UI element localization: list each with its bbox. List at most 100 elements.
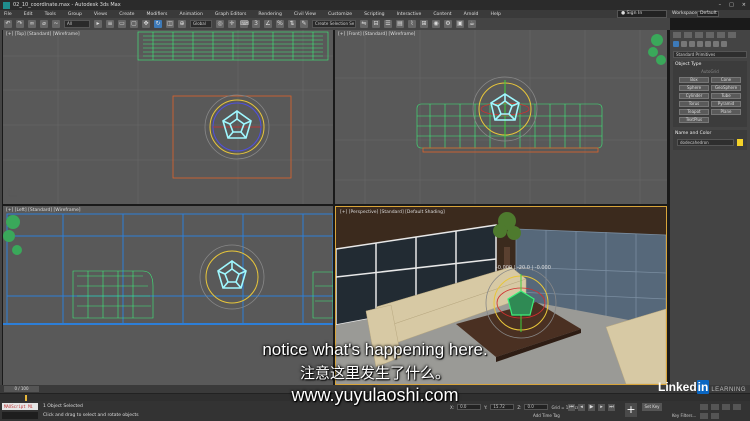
menu-item-civil-view[interactable]: Civil View [294,12,316,17]
menu-item-arnold[interactable]: Arnold [464,12,479,17]
bind-space-warp-icon[interactable]: ~ [52,20,60,28]
object-button-plane[interactable]: Plane [711,109,741,115]
menu-item-help[interactable]: Help [490,12,500,17]
edit-named-selection-icon[interactable]: ✎ [300,20,308,28]
pivot-center-icon[interactable]: ◎ [216,20,224,28]
object-name-field[interactable]: dodecahedron [677,139,734,146]
object-type-header[interactable]: Object Type [673,61,747,68]
spinner-snap-icon[interactable]: ⇅ [288,20,296,28]
object-button-geosphere[interactable]: GeoSphere [711,85,741,91]
cameras-icon[interactable] [697,41,703,47]
name-and-color-header[interactable]: Name and Color [673,130,747,137]
menu-item-group[interactable]: Group [68,12,82,17]
object-button-textplus[interactable]: TextPlus [679,117,709,123]
sign-in-button[interactable]: ● Sign In [617,10,667,18]
object-button-box[interactable]: Box [679,77,709,83]
curve-editor-icon[interactable]: ⌇ [408,20,416,28]
autogrid-checkbox[interactable]: AutoGrid [673,69,747,74]
helpers-icon[interactable] [705,41,711,47]
select-and-place-icon[interactable]: ⊕ [178,20,186,28]
select-and-move-icon[interactable]: ✥ [142,20,150,28]
maximize-button[interactable]: □ [729,2,734,8]
menu-item-scripting[interactable]: Scripting [364,12,384,17]
viewport-top[interactable]: [+] [Top] [Standard] [Wireframe] [3,30,333,204]
rectangular-selection-icon[interactable]: ▭ [118,20,126,28]
percent-snap-icon[interactable]: % [276,20,284,28]
menu-item-views[interactable]: Views [94,12,107,17]
object-button-cone[interactable]: Cone [711,77,741,83]
maximize-viewport-icon[interactable] [711,413,719,419]
viewport-label-perspective[interactable]: [+] [Perspective] [Standard] [Default Sh… [340,210,445,215]
create-categories [670,40,750,48]
close-button[interactable]: × [742,2,746,8]
modify-tab-icon[interactable] [684,32,692,38]
systems-icon[interactable] [721,41,727,47]
hierarchy-tab-icon[interactable] [695,32,703,38]
select-by-name-icon[interactable]: ≡ [106,20,114,28]
redo-icon[interactable]: ↷ [16,20,24,28]
key-filters-button[interactable]: Key Filters... [672,413,696,418]
maxscript-output[interactable] [2,412,38,419]
select-object-icon[interactable]: ▸ [94,20,102,28]
display-tab-icon[interactable] [717,32,725,38]
schematic-view-icon[interactable]: ⊞ [420,20,428,28]
mirror-icon[interactable]: ⇋ [360,20,368,28]
object-button-tube[interactable]: Tube [711,93,741,99]
viewport-label-top[interactable]: [+] [Top] [Standard] [Wireframe] [6,32,80,37]
object-color-swatch[interactable] [737,139,743,146]
select-and-rotate-icon[interactable]: ↻ [154,20,162,28]
subtitle-chinese: 注意这里发生了什么。 [299,364,450,382]
toggle-ribbon-icon[interactable]: ▤ [396,20,404,28]
menu-item-animation[interactable]: Animation [179,12,202,17]
menu-item-tools[interactable]: Tools [45,12,56,17]
shapes-icon[interactable] [681,41,687,47]
menu-item-create[interactable]: Create [119,12,134,17]
object-button-teapot[interactable]: Teapot [679,109,709,115]
object-button-pyramid[interactable]: Pyramid [711,101,741,107]
menu-item-edit[interactable]: Edit [24,12,33,17]
unlink-icon[interactable]: ⌀ [40,20,48,28]
viewport-label-front[interactable]: [+] [Front] [Standard] [Wireframe] [338,32,415,37]
window-crossing-icon[interactable]: ▢ [130,20,138,28]
select-manipulate-icon[interactable]: ✛ [228,20,236,28]
render-production-icon[interactable]: ☕ [468,20,476,28]
angle-snap-icon[interactable]: ∠ [264,20,272,28]
object-button-sphere[interactable]: Sphere [679,85,709,91]
menu-item-interactive[interactable]: Interactive [397,12,422,17]
snaps-toggle-icon[interactable]: 3 [252,20,260,28]
lights-icon[interactable] [689,41,695,47]
rendered-frame-window-icon[interactable]: ▣ [456,20,464,28]
render-setup-icon[interactable]: ⚙ [444,20,452,28]
menu-item-graph-editors[interactable]: Graph Editors [215,12,247,17]
create-tab-icon[interactable] [673,32,681,38]
menu-item-content[interactable]: Content [433,12,451,17]
object-button-cylinder[interactable]: Cylinder [679,93,709,99]
viewport-front-scene [335,30,667,204]
menu-item-file[interactable]: File [4,12,12,17]
menu-item-rendering[interactable]: Rendering [258,12,281,17]
orbit-icon[interactable] [700,413,708,419]
utilities-tab-icon[interactable] [728,32,736,38]
undo-icon[interactable]: ↶ [4,20,12,28]
menu-item-customize[interactable]: Customize [328,12,352,17]
keyboard-shortcut-toggle-icon[interactable]: ⌨ [240,20,249,28]
reference-coordinate-dropdown[interactable]: Global [190,20,212,28]
link-icon[interactable]: ∞ [28,20,36,28]
material-editor-icon[interactable]: ◉ [432,20,440,28]
menu-item-modifiers[interactable]: Modifiers [146,12,167,17]
minimize-button[interactable]: – [719,2,722,8]
layer-explorer-icon[interactable]: ☰ [384,20,392,28]
motion-tab-icon[interactable] [706,32,714,38]
add-time-tag-button[interactable]: Add Time Tag [533,413,560,418]
align-icon[interactable]: ⊟ [372,20,380,28]
named-selection-set-dropdown[interactable]: Create Selection Se [312,20,356,28]
geometry-icon[interactable] [673,41,679,47]
select-and-scale-icon[interactable]: ◫ [166,20,174,28]
object-button-torus[interactable]: Torus [679,101,709,107]
selection-filter-dropdown[interactable]: All [64,20,90,28]
viewport-label-left[interactable]: [+] [Left] [Standard] [Wireframe] [6,208,81,213]
primitive-category-dropdown[interactable]: Standard Primitives [673,51,747,58]
space-warps-icon[interactable] [713,41,719,47]
viewport-front[interactable]: [+] [Front] [Standard] [Wireframe] [335,30,667,204]
workspaces-dropdown[interactable]: Default [697,11,719,17]
